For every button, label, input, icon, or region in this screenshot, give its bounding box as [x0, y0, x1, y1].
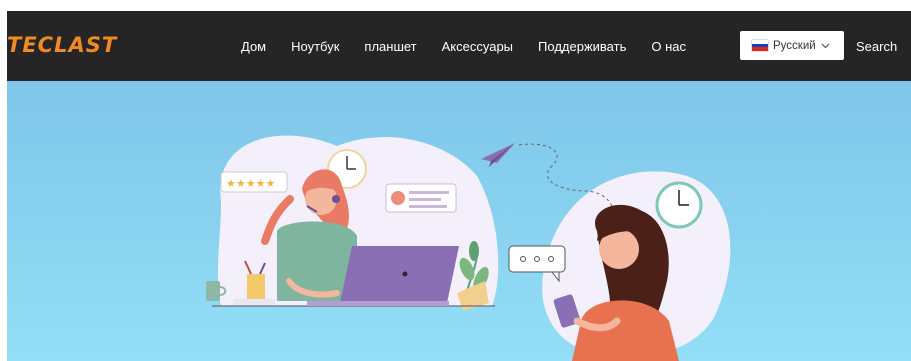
paper-plane-icon — [481, 143, 515, 163]
logo-text: TECLAST — [7, 33, 118, 57]
clock-icon-right — [655, 181, 703, 229]
hero-illustration: ★★★★★ — [206, 135, 731, 361]
top-gap — [0, 0, 911, 11]
main-nav: Дом Ноутбук планшет Аксессуары Поддержив… — [241, 37, 711, 57]
profile-card — [385, 183, 457, 213]
hero-banner: ★★★★★ — [7, 81, 911, 361]
nav-item-laptop[interactable]: Ноутбук — [291, 38, 339, 56]
russia-flag-icon — [752, 40, 768, 52]
nav-item-home[interactable]: Дом — [241, 38, 266, 56]
rating-card: ★★★★★ — [220, 171, 288, 193]
nav-item-accessories[interactable]: Аксессуары — [442, 38, 513, 56]
nav-item-about[interactable]: О нас — [651, 38, 686, 56]
language-label: Русский — [773, 39, 816, 52]
teclast-logo[interactable]: TECLAST — [7, 33, 117, 57]
search-link[interactable]: Search — [856, 38, 897, 56]
nav-item-tablet[interactable]: планшет — [364, 38, 416, 56]
nav-item-support[interactable]: Поддерживать — [538, 38, 626, 56]
language-select[interactable]: Русский — [740, 31, 844, 60]
navbar: TECLAST Дом Ноутбук планшет Аксессуары П… — [7, 11, 911, 81]
chevron-down-icon — [821, 43, 830, 48]
page: TECLAST Дом Ноутбук планшет Аксессуары П… — [0, 0, 911, 361]
chat-bubble-icon — [508, 245, 566, 283]
svg-text:★★★★★: ★★★★★ — [226, 177, 275, 190]
